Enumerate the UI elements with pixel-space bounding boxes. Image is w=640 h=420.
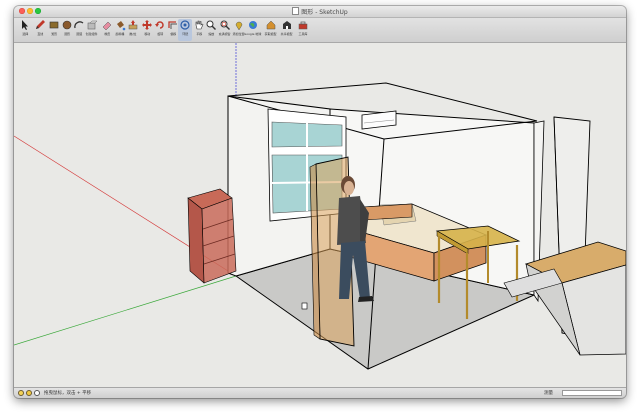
paint-bucket-tool[interactable]: 颜料桶 <box>113 19 127 41</box>
tool-label: 旋转 <box>157 32 163 36</box>
geo-location-icon[interactable] <box>18 390 24 396</box>
rectangle-icon <box>49 21 59 29</box>
paint-bucket-icon <box>117 21 126 31</box>
person-face <box>344 181 354 195</box>
tool-label: 缩放 <box>208 32 214 36</box>
tool-label: 充满视窗 <box>219 32 231 36</box>
tool-label: 矩形 <box>51 32 57 36</box>
tool-label: 推/拉 <box>129 32 137 36</box>
move-icon <box>142 20 152 30</box>
window-title-text: 图形 - SketchUp <box>301 9 348 16</box>
orbit-icon <box>180 20 190 30</box>
make-component-tool[interactable]: 创建组件 <box>85 19 99 41</box>
floor-socket <box>301 302 308 310</box>
tool-label: 圆形 <box>64 32 70 36</box>
share-icon <box>283 21 291 29</box>
toolbox-icon <box>298 21 308 30</box>
rectangle-tool[interactable]: 矩形 <box>47 19 61 41</box>
shelf-side <box>187 197 205 284</box>
status-bar: 拖曳鼠标，双击 + 平移 测量 <box>14 387 626 398</box>
help-icon[interactable] <box>34 390 40 396</box>
tool-label: 直线 <box>37 32 43 36</box>
eraser-tool[interactable]: 橡皮 <box>100 19 114 41</box>
zoom-extents-icon <box>220 20 230 30</box>
main-toolbar: 选择 直线 矩形 圆形 圆弧 创建组件 橡皮 颜料桶 推/拉 移动 旋转 偏移 环绕 平移 缩放 充满视窗 添加… <box>14 18 626 43</box>
measurements-input[interactable] <box>562 390 622 396</box>
tool-label: 偏移 <box>170 32 176 36</box>
title-bar[interactable]: 图形 - SketchUp <box>14 6 626 18</box>
select-tool[interactable]: 选择 <box>18 19 32 41</box>
google-earth-tool[interactable]: Google 地球 <box>244 19 262 41</box>
credits-icon[interactable] <box>26 390 32 396</box>
magnifier-icon <box>206 20 216 30</box>
tool-label: Google 地球 <box>244 32 262 36</box>
orbit-tool[interactable]: 环绕 <box>178 19 192 41</box>
tool-label: 共享模型 <box>281 32 293 36</box>
pencil-icon <box>36 20 45 29</box>
tool-label: 圆弧 <box>76 32 82 36</box>
tool-label: 获取模型 <box>265 32 277 36</box>
zoom-extents-tool[interactable]: 充满视窗 <box>218 19 232 41</box>
bookshelf <box>187 188 237 284</box>
share-model-tool[interactable]: 共享模型 <box>280 19 294 41</box>
tool-label: 橡皮 <box>104 32 110 36</box>
arc-icon <box>74 21 84 29</box>
tool-label: 移动 <box>144 32 150 36</box>
warehouse-icon <box>266 20 276 30</box>
window-title: 图形 - SketchUp <box>14 7 626 17</box>
rotate-tool[interactable]: 旋转 <box>153 19 167 41</box>
person-shoe <box>358 296 374 302</box>
get-models-tool[interactable]: 获取模型 <box>264 19 278 41</box>
tool-label: 工具库 <box>298 32 308 36</box>
measurements-label: 测量 <box>544 391 553 396</box>
earth-icon <box>249 21 257 29</box>
rotate-icon <box>155 21 164 29</box>
document-icon <box>292 7 300 15</box>
zoom-tool[interactable]: 缩放 <box>204 19 218 41</box>
line-tool[interactable]: 直线 <box>33 19 47 41</box>
status-hint: 拖曳鼠标，双击 + 平移 <box>44 391 92 396</box>
tool-label: 平移 <box>196 32 202 36</box>
tool-label: 颜料桶 <box>115 32 125 36</box>
cursor-arrow-icon <box>22 20 28 30</box>
green-axis-line <box>14 275 237 346</box>
tool-label: 选择 <box>22 32 28 36</box>
eraser-icon <box>102 21 112 31</box>
push-pull-icon <box>128 20 138 30</box>
location-pin-icon <box>235 21 243 31</box>
push-pull-tool[interactable]: 推/拉 <box>126 19 140 41</box>
move-tool[interactable]: 移动 <box>140 19 154 41</box>
tool-label: 创建组件 <box>86 32 98 36</box>
extension-tool[interactable]: 工具库 <box>296 19 310 41</box>
arc-tool[interactable]: 圆弧 <box>72 19 86 41</box>
component-icon <box>87 20 98 30</box>
tool-label: 环绕 <box>182 32 188 36</box>
sketchup-window: 图形 - SketchUp 选择 直线 矩形 圆形 圆弧 创建组件 橡皮 颜料桶 推/拉 移动 旋转… <box>14 6 626 398</box>
model-canvas[interactable] <box>14 43 626 387</box>
model-viewport[interactable] <box>14 43 626 387</box>
add-location-tool[interactable]: 添加位置 <box>232 19 246 41</box>
